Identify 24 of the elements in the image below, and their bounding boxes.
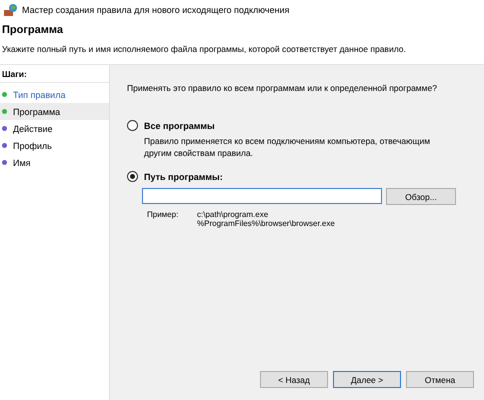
steps-title: Шаги: <box>0 69 109 83</box>
step-item[interactable]: Профиль <box>0 137 109 154</box>
option-label[interactable]: Все программы <box>144 120 215 130</box>
radio-button[interactable] <box>127 120 138 131</box>
step-item[interactable]: Имя <box>0 154 109 171</box>
wizard-button[interactable]: Далее > <box>333 371 401 388</box>
example-path: %ProgramFiles%\browser\browser.exe <box>197 219 335 228</box>
browse-button[interactable]: Обзор... <box>386 188 456 205</box>
firewall-icon <box>4 4 17 16</box>
example-label: Пример: <box>147 210 180 221</box>
step-item[interactable]: Тип правила <box>0 86 109 103</box>
step-item[interactable]: Действие <box>0 120 109 137</box>
window-title: Мастер создания правила для нового исходящего подключения <box>22 5 290 15</box>
page-description: Укажите полный путь и имя исполняемого файла программы, которой соответствует данное правило. <box>2 44 407 54</box>
option-description: Правило применяется ко всем подключениям компьютера, отвечающим другим свойствам правила. <box>144 135 432 159</box>
page-title: Программа <box>2 24 64 36</box>
example-path: c:\path\program.exe <box>197 210 270 219</box>
radio-button[interactable] <box>127 171 138 182</box>
path-field[interactable] <box>142 188 382 204</box>
step-item[interactable]: Программа <box>0 103 109 120</box>
wizard-button[interactable]: Отмена <box>406 371 474 388</box>
wizard-button[interactable]: < Назад <box>260 371 328 388</box>
option-label[interactable]: Путь программы: <box>144 172 223 182</box>
question-text: Применять это правило ко всем программам или к определенной программе? <box>127 83 438 93</box>
